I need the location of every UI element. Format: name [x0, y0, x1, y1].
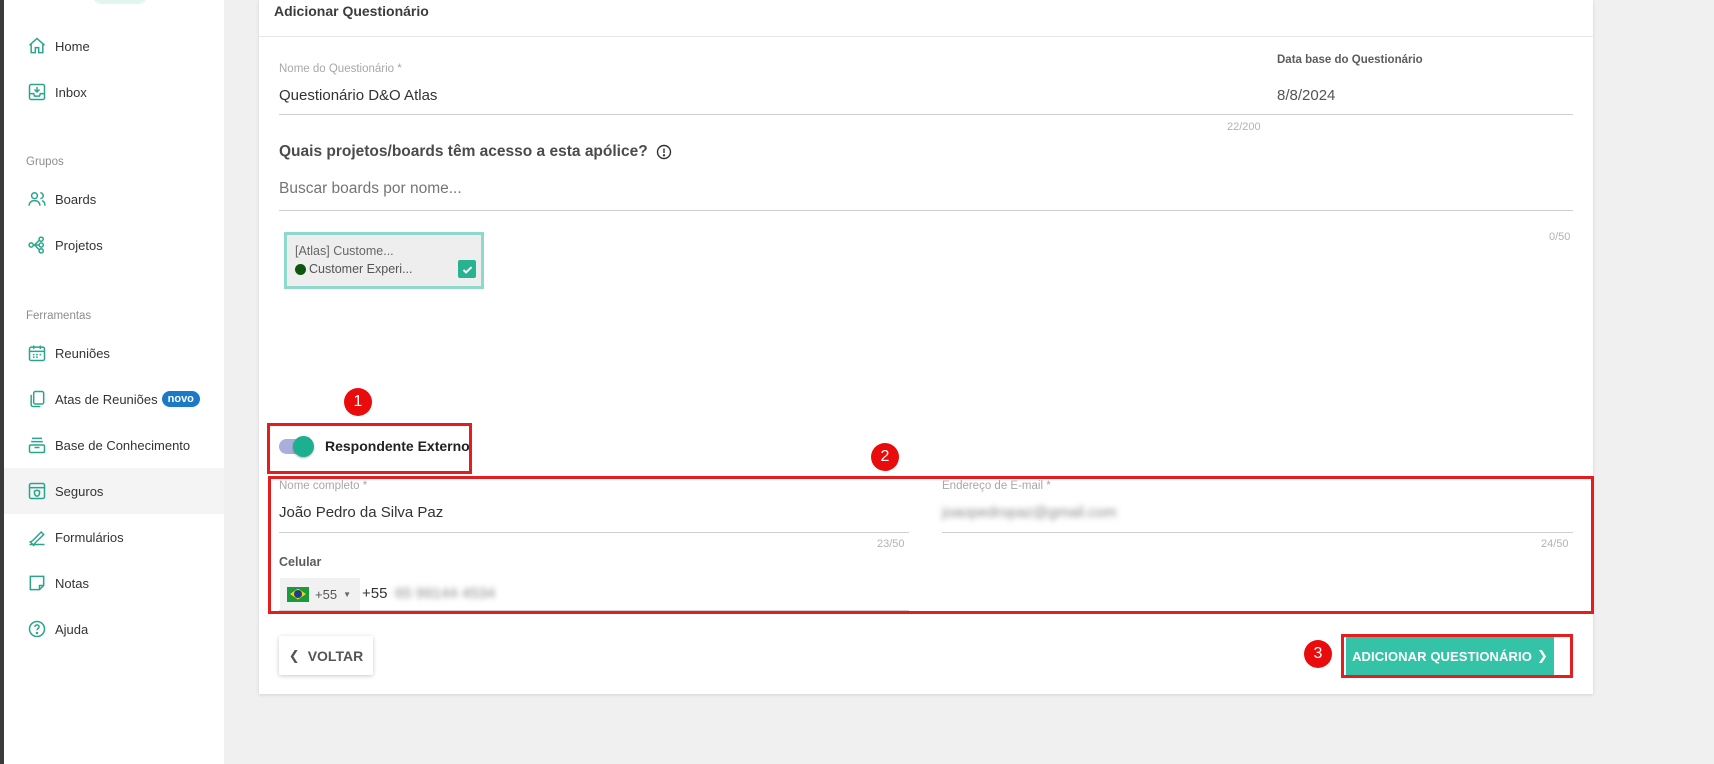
sidebar-item-label: Formulários	[55, 529, 124, 545]
sidebar-item-label: Atas de Reuniões	[55, 391, 158, 407]
archive-icon	[26, 434, 48, 456]
back-button-label: VOLTAR	[307, 647, 364, 664]
sidebar-item-label: Home	[55, 38, 90, 54]
base-date-input[interactable]: 8/8/2024	[1277, 87, 1335, 104]
info-icon[interactable]	[656, 144, 672, 160]
new-badge: novo	[161, 391, 200, 407]
page-title: Adicionar Questionário	[274, 3, 429, 19]
divider	[259, 36, 1593, 37]
sidebar-item-label: Notas	[55, 575, 89, 591]
board-chip[interactable]: [Atlas] Custome... Customer Experi...	[284, 232, 484, 289]
sidebar-item-inbox[interactable]: Inbox	[4, 69, 224, 115]
status-dot	[295, 263, 306, 275]
annotation-marker-1: 1	[344, 388, 372, 416]
back-button[interactable]: ❮ VOLTAR	[279, 636, 373, 675]
insurance-icon	[26, 480, 48, 502]
sidebar: Home Inbox Grupos Boards Projetos Ferram…	[4, 0, 224, 764]
board-search-underline	[279, 210, 1573, 211]
sidebar-item-label: Boards	[55, 191, 97, 207]
inbox-icon	[26, 81, 48, 103]
questionnaire-name-label: Nome do Questionário *	[279, 63, 402, 75]
sidebar-item-home[interactable]: Home	[4, 23, 224, 69]
sidebar-item-label: Ajuda	[55, 621, 89, 637]
board-chip-subtitle: Customer Experi...	[295, 262, 413, 276]
calendar-icon	[26, 342, 48, 364]
sidebar-item-reunioes[interactable]: Reuniões	[4, 330, 224, 376]
sidebar-item-ajuda[interactable]: Ajuda	[4, 606, 224, 652]
signature-icon	[26, 526, 48, 548]
board-search-input[interactable]	[279, 180, 1479, 198]
questionnaire-name-underline	[279, 114, 1283, 115]
sidebar-item-boards[interactable]: Boards	[4, 176, 224, 222]
section-label-grupos: Grupos	[26, 156, 64, 168]
sidebar-item-seguros[interactable]: Seguros	[4, 468, 224, 514]
projects-access-question-text: Quais projetos/boards têm acesso a esta …	[279, 143, 648, 160]
chevron-left-icon: ❮	[288, 647, 300, 663]
checkbox-checked-icon[interactable]	[458, 260, 476, 278]
sidebar-item-projetos[interactable]: Projetos	[4, 222, 224, 268]
sidebar-item-atas-de-reunioes[interactable]: Atas de Reuniões novo	[4, 376, 224, 422]
sidebar-item-label: Projetos	[55, 237, 103, 253]
copy-icon	[26, 388, 48, 410]
questionnaire-name-input[interactable]: Questionário D&O Atlas	[279, 87, 437, 104]
annotation-marker-2: 2	[871, 443, 899, 471]
sidebar-item-label: Seguros	[55, 483, 104, 499]
sidebar-item-label: Reuniões	[55, 345, 110, 361]
sidebar-item-label: Base de Conhecimento	[55, 437, 191, 453]
annotation-box-3	[1341, 634, 1573, 678]
board-chip-subtitle-text: Customer Experi...	[309, 262, 413, 276]
board-chip-title: [Atlas] Custome...	[295, 244, 394, 258]
base-date-underline	[1277, 114, 1573, 115]
base-date-label: Data base do Questionário	[1277, 54, 1423, 66]
annotation-box-1	[267, 423, 472, 474]
sidebar-item-notas[interactable]: Notas	[4, 560, 224, 606]
logo	[92, 0, 148, 4]
questionnaire-name-counter: 22/200	[1227, 121, 1261, 133]
sidebar-item-base-de-conhecimento[interactable]: Base de Conhecimento	[4, 422, 224, 468]
sidebar-item-label: Inbox	[55, 84, 87, 100]
home-icon	[26, 35, 48, 57]
project-tree-icon	[26, 234, 48, 256]
annotation-marker-3: 3	[1304, 640, 1332, 668]
help-icon	[26, 618, 48, 640]
note-icon	[26, 572, 48, 594]
boards-counter: 0/50	[1549, 231, 1571, 243]
users-icon	[26, 188, 48, 210]
projects-access-question: Quais projetos/boards têm acesso a esta …	[279, 143, 672, 161]
annotation-box-2	[268, 476, 1594, 614]
sidebar-item-formularios[interactable]: Formulários	[4, 514, 224, 560]
section-label-ferramentas: Ferramentas	[26, 310, 92, 322]
